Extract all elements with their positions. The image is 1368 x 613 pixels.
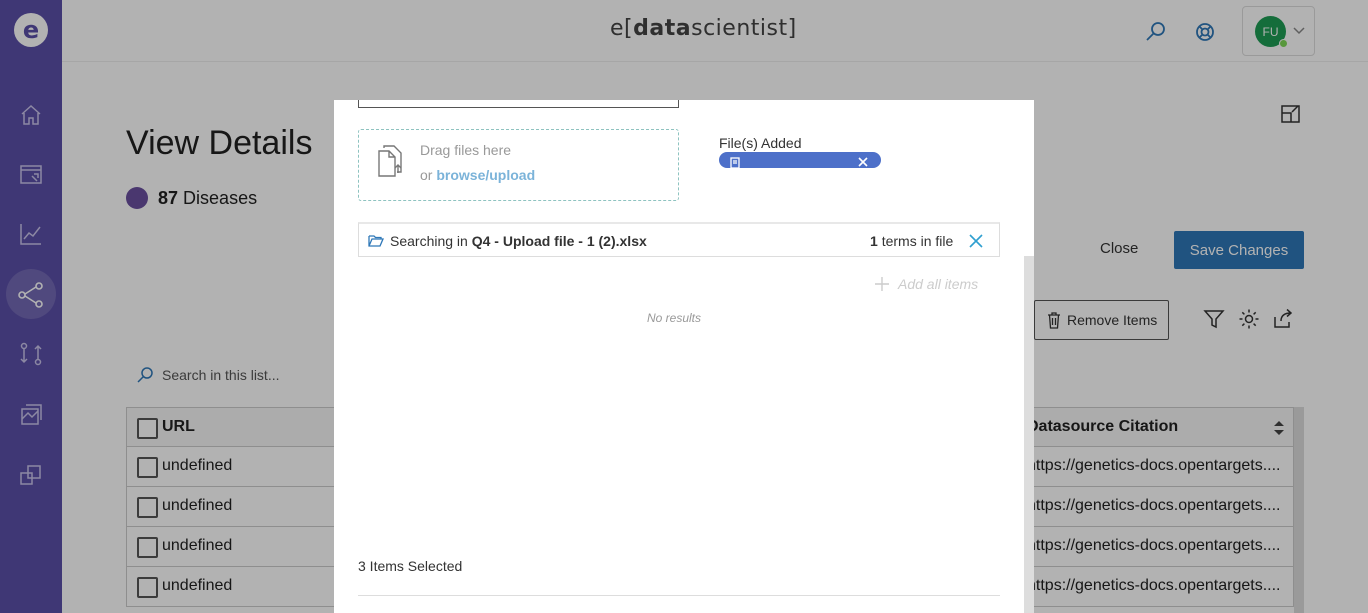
dropzone-instruction: Drag files here	[420, 142, 512, 158]
modal-scrollbar[interactable]	[1024, 256, 1034, 613]
browse-upload-link[interactable]: browse/upload	[436, 167, 535, 183]
searching-in-text: Searching in Q4 - Upload file - 1 (2).xl…	[390, 233, 647, 249]
file-chip	[719, 152, 881, 168]
plus-icon	[875, 277, 889, 291]
close-icon[interactable]	[969, 234, 983, 248]
terms-count: 1 terms in file	[870, 233, 954, 249]
files-added-label: File(s) Added	[719, 135, 802, 151]
upload-modal: Drag files here or browse/upload File(s)…	[334, 100, 1034, 613]
file-upload-icon	[378, 145, 402, 177]
file-icon	[730, 157, 740, 168]
modal-divider	[358, 595, 1000, 596]
dropzone-alt: or browse/upload	[420, 167, 536, 183]
file-search-bar: Searching in Q4 - Upload file - 1 (2).xl…	[358, 222, 1000, 257]
add-all-items-button[interactable]: Add all items	[874, 276, 978, 292]
add-all-label: Add all items	[898, 276, 979, 292]
folder-open-icon	[368, 235, 384, 247]
no-results-text: No results	[647, 311, 702, 325]
close-icon[interactable]	[857, 156, 869, 168]
items-selected-count: 3 Items Selected	[358, 558, 463, 574]
file-dropzone[interactable]: Drag files here or browse/upload	[358, 129, 679, 201]
modal-input-field[interactable]	[358, 100, 679, 108]
